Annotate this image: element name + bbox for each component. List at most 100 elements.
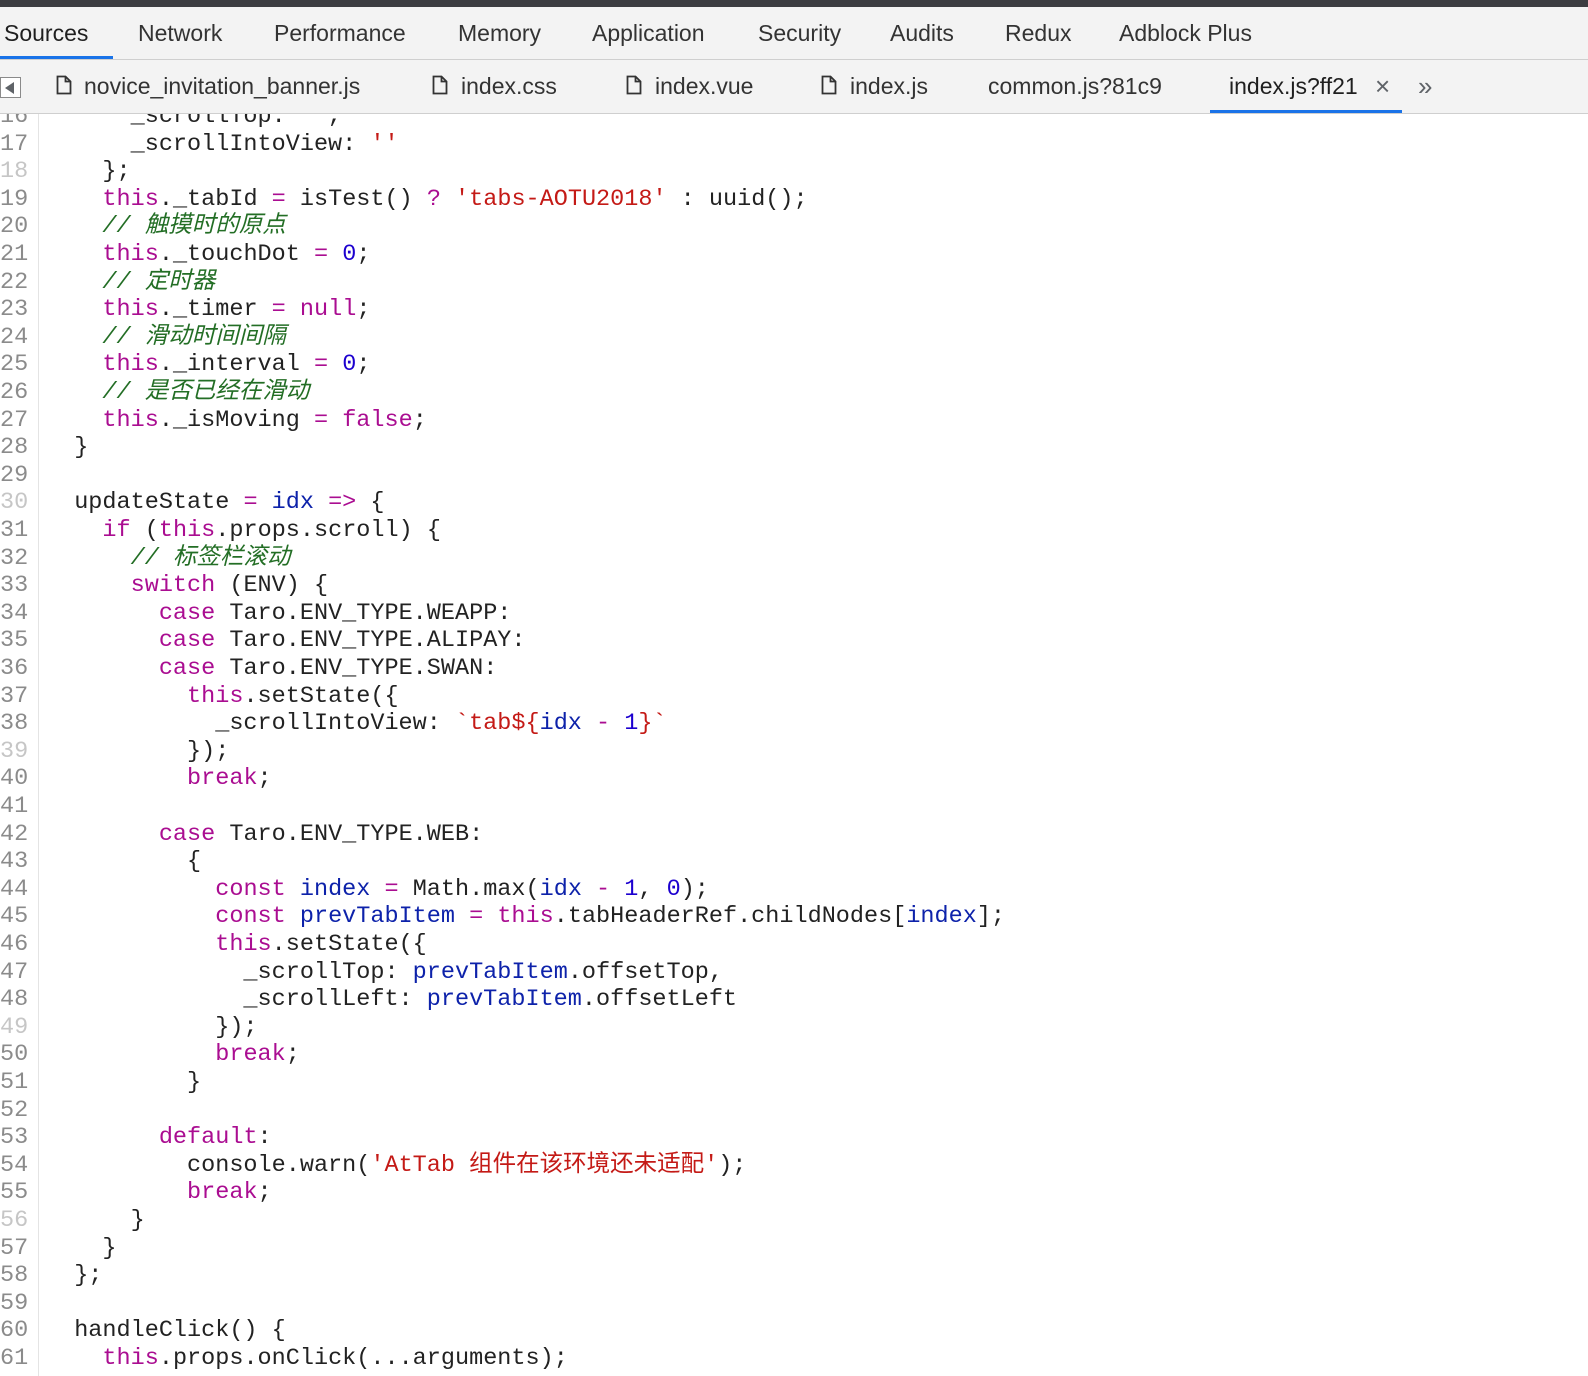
navigator-toggle-button[interactable]: [0, 77, 21, 98]
code-token: .offsetTop,: [567, 958, 723, 986]
tab-redux[interactable]: Redux: [1005, 7, 1071, 59]
code-line: 58 };: [0, 1262, 1588, 1290]
line-number[interactable]: 47: [0, 959, 30, 987]
line-number[interactable]: 16: [0, 114, 30, 131]
close-tab-icon[interactable]: ×: [1375, 60, 1390, 113]
line-number[interactable]: 36: [0, 655, 30, 683]
line-number[interactable]: 32: [0, 545, 30, 573]
line-number[interactable]: 48: [0, 986, 30, 1014]
code-line: 23 this._timer = null;: [0, 296, 1588, 324]
code-line: 35 case Taro.ENV_TYPE.ALIPAY:: [0, 627, 1588, 655]
line-number[interactable]: 55: [0, 1179, 30, 1207]
line-number[interactable]: 38: [0, 710, 30, 738]
tab-sources[interactable]: Sources: [4, 7, 88, 59]
line-number[interactable]: 37: [0, 683, 30, 711]
code-text: // 定时器: [46, 269, 215, 297]
line-number[interactable]: 54: [0, 1152, 30, 1180]
line-number[interactable]: 29: [0, 462, 30, 490]
file-tab-index-css[interactable]: index.css: [432, 60, 582, 113]
code-token: updateState: [46, 489, 244, 517]
line-number[interactable]: 42: [0, 821, 30, 849]
line-number[interactable]: 28: [0, 434, 30, 462]
code-text: this._timer = null;: [46, 296, 370, 324]
line-number[interactable]: 25: [0, 351, 30, 379]
code-token: }: [46, 1069, 202, 1096]
line-number[interactable]: 34: [0, 600, 30, 628]
code-text: this._isMoving = false;: [46, 406, 426, 435]
tab-audits[interactable]: Audits: [890, 7, 954, 59]
line-number[interactable]: 33: [0, 572, 30, 600]
line-number[interactable]: 50: [0, 1041, 30, 1069]
code-line: 24 // 滑动时间间隔: [0, 324, 1588, 352]
file-tab-index-js-ff21[interactable]: index.js?ff21: [1229, 60, 1369, 113]
line-number[interactable]: 56: [0, 1207, 30, 1235]
more-tabs-chevron-icon[interactable]: »: [1418, 60, 1432, 113]
code-line: 39 });: [0, 738, 1588, 766]
line-number[interactable]: 23: [0, 296, 30, 324]
line-number[interactable]: 39: [0, 738, 30, 766]
line-number[interactable]: 24: [0, 324, 30, 352]
line-number[interactable]: 57: [0, 1235, 30, 1263]
line-number[interactable]: 53: [0, 1124, 30, 1152]
code-line: 28 }: [0, 434, 1588, 462]
line-number[interactable]: 30: [0, 489, 30, 517]
line-number[interactable]: 18: [0, 158, 30, 186]
line-number[interactable]: 27: [0, 407, 30, 435]
code-token: 'AtTab 组件在该环境还未适配': [370, 1151, 719, 1179]
line-number[interactable]: 20: [0, 213, 30, 241]
code-token: if: [102, 517, 131, 544]
tab-network[interactable]: Network: [138, 7, 222, 59]
line-number[interactable]: 44: [0, 876, 30, 904]
code-token: : uuid();: [666, 185, 808, 213]
line-number[interactable]: 59: [0, 1290, 30, 1318]
file-icon: [821, 75, 837, 95]
window-top-strip: [0, 0, 1588, 7]
line-number[interactable]: 17: [0, 131, 30, 159]
line-number[interactable]: 45: [0, 903, 30, 931]
line-number[interactable]: 46: [0, 931, 30, 959]
code-token: .setState({: [271, 931, 427, 958]
code-token: break: [215, 1041, 286, 1069]
line-number[interactable]: 52: [0, 1097, 30, 1125]
line-number[interactable]: 31: [0, 517, 30, 545]
code-text: const index = Math.max(idx - 1, 0);: [46, 876, 709, 904]
line-number[interactable]: 49: [0, 1014, 30, 1042]
tab-performance[interactable]: Performance: [274, 7, 406, 59]
code-editor[interactable]: 16 _scrollTop: '', 17 _scrollIntoView: ''…: [0, 114, 1588, 1376]
code-line: 26 // 是否已经在滑动: [0, 379, 1588, 407]
code-line: 48 _scrollLeft: prevTabItem.offsetLeft: [0, 986, 1588, 1014]
line-number[interactable]: 60: [0, 1317, 30, 1345]
code-token: .offsetLeft: [581, 986, 738, 1014]
line-number[interactable]: 58: [0, 1262, 30, 1290]
line-number[interactable]: 40: [0, 765, 30, 793]
code-token: console.warn(: [46, 1151, 371, 1179]
tab-application[interactable]: Application: [592, 7, 705, 59]
code-token: case: [158, 627, 216, 655]
tab-adblock-plus[interactable]: Adblock Plus: [1119, 7, 1252, 59]
file-tab-index-vue[interactable]: index.vue: [626, 60, 776, 113]
file-tab-novice-invitation-banner[interactable]: novice_invitation_banner.js: [54, 60, 384, 113]
line-number[interactable]: 19: [0, 186, 30, 214]
code-token: {: [46, 848, 202, 876]
file-tab-index-js[interactable]: index.js: [821, 60, 951, 113]
line-number[interactable]: 61: [0, 1345, 30, 1373]
code-text: case Taro.ENV_TYPE.WEB:: [46, 821, 483, 849]
code-text: this._interval = 0;: [46, 351, 370, 379]
line-number[interactable]: 26: [0, 379, 30, 407]
line-number[interactable]: 43: [0, 848, 30, 876]
line-number[interactable]: 51: [0, 1069, 30, 1097]
file-tab-common-js[interactable]: common.js?81c9: [988, 60, 1188, 113]
code-token: =: [313, 406, 329, 434]
line-number[interactable]: 22: [0, 269, 30, 297]
line-number[interactable]: 41: [0, 793, 30, 821]
line-number[interactable]: 21: [0, 241, 30, 269]
tab-memory[interactable]: Memory: [458, 7, 541, 59]
line-number[interactable]: 35: [0, 627, 30, 655]
code-token: 'tabs-AOTU2018': [455, 185, 667, 213]
tab-security[interactable]: Security: [758, 7, 841, 59]
code-line: 52: [0, 1097, 1588, 1125]
